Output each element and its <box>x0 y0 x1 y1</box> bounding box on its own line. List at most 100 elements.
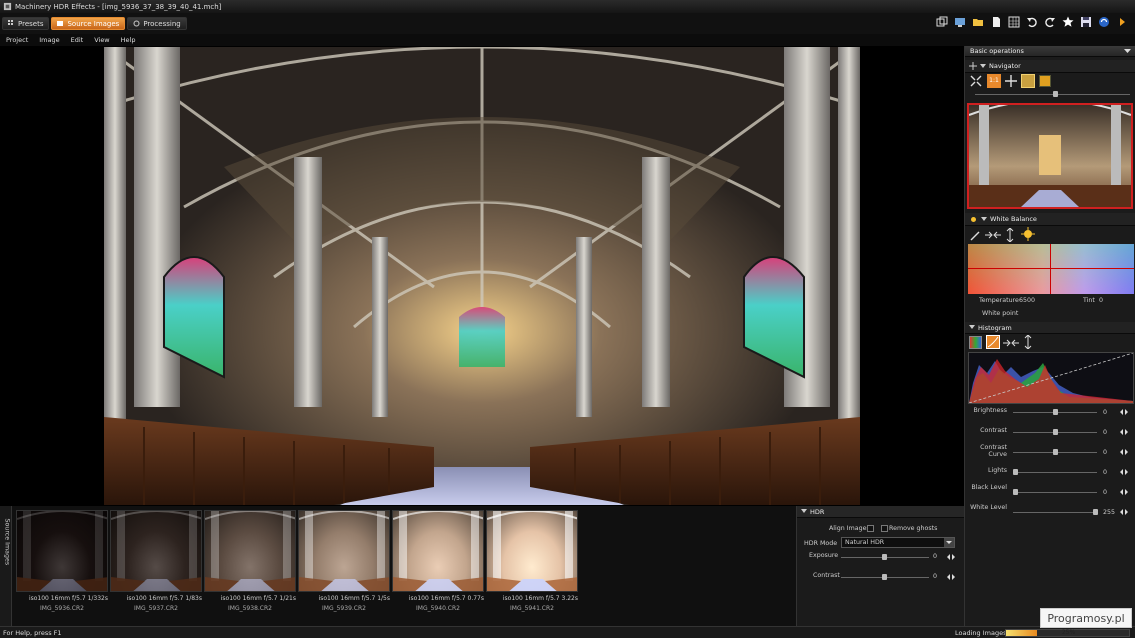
stepper-arrows-icon[interactable] <box>1120 429 1128 435</box>
thumbnail-exif: iso100 16mm f/5.7 1/332s <box>28 595 108 602</box>
stepper-arrows-icon[interactable] <box>1120 449 1128 455</box>
contrast-slider[interactable] <box>841 574 929 580</box>
histogram-rgb-icon[interactable] <box>969 336 982 349</box>
save-icon[interactable] <box>1079 15 1093 29</box>
stepper-arrows-icon[interactable] <box>1120 489 1128 495</box>
slider-track[interactable] <box>1013 429 1097 435</box>
wb-crosshair-h <box>968 268 1134 269</box>
slider-label: Contrast Curve <box>980 444 1007 458</box>
color-swatch-icon[interactable] <box>1039 75 1051 87</box>
exposure-knob[interactable] <box>882 554 887 560</box>
slider-knob[interactable] <box>1053 449 1058 455</box>
play-arrow-icon[interactable] <box>1115 15 1129 29</box>
actual-size-icon[interactable]: 1:1 <box>987 74 1001 88</box>
vertical-arrows-icon[interactable] <box>1005 228 1015 242</box>
operations-dropdown[interactable]: Basic operations <box>965 46 1135 57</box>
new-document-icon[interactable] <box>989 15 1003 29</box>
menu-project[interactable]: Project <box>6 36 28 44</box>
remove-ghosts-label: Remove ghosts <box>889 525 938 532</box>
source-thumbnail[interactable]: iso100 16mm f/5.7 1/83s IMG_5937.CR2 <box>110 510 202 622</box>
zoom-move-icon[interactable] <box>1005 75 1017 87</box>
monitor-icon[interactable] <box>953 15 967 29</box>
status-bar: For Help, press F1 Loading Images 25% <box>0 626 1135 638</box>
crop-grid-icon[interactable] <box>1007 15 1021 29</box>
hdr-preview-image[interactable] <box>104 47 860 505</box>
navigator-frame[interactable] <box>967 99 1133 209</box>
slider-value: 0 <box>1103 409 1108 416</box>
thumbnail-image[interactable] <box>204 510 296 592</box>
menu-view[interactable]: View <box>94 36 109 44</box>
slider-knob[interactable] <box>1093 509 1098 515</box>
menu-help[interactable]: Help <box>121 36 136 44</box>
tab-source-images[interactable]: Source Images <box>51 17 126 30</box>
tab-processing[interactable]: Processing <box>127 17 187 30</box>
thumbnail-exif: iso100 16mm f/5.7 3.22s <box>502 595 578 602</box>
curve-icon[interactable] <box>986 335 1000 349</box>
thumbnail-image[interactable] <box>110 510 202 592</box>
slider-track[interactable] <box>1013 489 1097 495</box>
stepper-arrows-icon[interactable] <box>947 574 955 580</box>
source-thumbnail[interactable]: iso100 16mm f/5.7 0.77s IMG_5940.CR2 <box>392 510 484 622</box>
menu-image[interactable]: Image <box>39 36 59 44</box>
fit-screen-icon[interactable] <box>970 75 982 87</box>
align-images-checkbox[interactable] <box>867 525 874 532</box>
exposure-slider[interactable] <box>841 554 929 560</box>
histogram-header[interactable]: Histogram <box>965 322 1135 334</box>
redo-icon[interactable] <box>1043 15 1057 29</box>
zoom-slider-knob[interactable] <box>1053 91 1058 97</box>
horizontal-arrows-icon[interactable] <box>985 229 1001 241</box>
vertical-arrows-icon[interactable] <box>1023 335 1033 349</box>
slider-track[interactable] <box>1013 409 1097 415</box>
restore-window-icon[interactable] <box>935 15 949 29</box>
open-folder-icon[interactable] <box>971 15 985 29</box>
white-balance-header[interactable]: White Balance <box>965 213 1135 226</box>
stepper-arrows-icon[interactable] <box>1120 469 1128 475</box>
slider-knob[interactable] <box>1053 409 1058 415</box>
temperature-value[interactable]: 6500 <box>1019 297 1035 304</box>
tab-presets[interactable]: Presets <box>2 17 50 30</box>
slider-track[interactable] <box>1013 509 1098 515</box>
stepper-arrows-icon[interactable] <box>1120 409 1128 415</box>
auto-sun-icon[interactable] <box>1021 227 1035 241</box>
slider-knob[interactable] <box>1013 489 1018 495</box>
menu-edit[interactable]: Edit <box>71 36 84 44</box>
preview-mode-icon[interactable] <box>1021 74 1035 88</box>
slider-knob[interactable] <box>1053 429 1058 435</box>
white-balance-picker[interactable] <box>968 244 1134 294</box>
navigator-preview[interactable] <box>965 99 1135 211</box>
contrast-knob[interactable] <box>882 574 887 580</box>
slider-knob[interactable] <box>1013 469 1018 475</box>
stepper-arrows-icon[interactable] <box>947 554 955 560</box>
hdr-title: HDR <box>810 507 825 516</box>
slider-track[interactable] <box>1013 449 1097 455</box>
slider-row: Contrast Curve 0 <box>965 444 1135 464</box>
title-bar: Machinery HDR Effects - [img_5936_37_38_… <box>0 0 1135 13</box>
thumbnail-image[interactable] <box>16 510 108 592</box>
stepper-arrows-icon[interactable] <box>1120 509 1128 515</box>
source-thumbnail[interactable]: iso100 16mm f/5.7 1/21s IMG_5938.CR2 <box>204 510 296 622</box>
thumbnail-image[interactable] <box>298 510 390 592</box>
hdr-mode-select[interactable]: Natural HDR <box>841 537 955 548</box>
undo-icon[interactable] <box>1025 15 1039 29</box>
source-thumbnail[interactable]: iso100 16mm f/5.7 3.22s IMG_5941.CR2 <box>486 510 578 622</box>
tint-value[interactable]: 0 <box>1099 297 1103 304</box>
source-thumbnail[interactable]: iso100 16mm f/5.7 1/5s IMG_5939.CR2 <box>298 510 390 622</box>
source-images-tab[interactable]: Source Images <box>0 506 12 626</box>
horizontal-arrows-icon[interactable] <box>1003 337 1019 349</box>
star-icon[interactable] <box>1061 15 1075 29</box>
navigator-header[interactable]: Navigator <box>965 60 1135 73</box>
white-point-label[interactable]: White point <box>982 310 1018 317</box>
slider-track[interactable] <box>1013 469 1097 475</box>
hdr-header[interactable]: HDR <box>797 506 964 518</box>
process-icon[interactable] <box>1097 15 1111 29</box>
source-thumbnail[interactable]: iso100 16mm f/5.7 1/332s IMG_5936.CR2 <box>16 510 108 622</box>
image-viewport[interactable] <box>0 46 964 506</box>
thumbnail-image[interactable] <box>486 510 578 592</box>
remove-ghosts-checkbox[interactable] <box>881 525 888 532</box>
tab-label: Presets <box>18 19 44 28</box>
thumbnail-image[interactable] <box>392 510 484 592</box>
contrast-value: 0 <box>933 573 938 580</box>
eyedropper-icon[interactable] <box>970 229 982 241</box>
zoom-slider[interactable] <box>965 89 1135 99</box>
histogram-chart[interactable] <box>968 352 1134 404</box>
